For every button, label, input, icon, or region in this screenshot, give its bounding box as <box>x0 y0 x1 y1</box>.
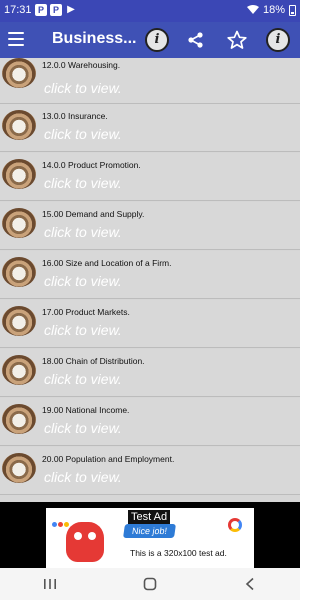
app-title: Business... <box>52 30 137 47</box>
status-time: 17:31 <box>4 4 32 16</box>
list-item[interactable]: 20.00 Population and Employment. click t… <box>0 447 300 495</box>
ad-dots-decoration <box>52 514 72 527</box>
list-item[interactable]: 13.0.0 Insurance. click to view. <box>0 104 300 152</box>
list-item-title: 12.0.0 Warehousing. <box>42 60 121 70</box>
click-to-view-link[interactable]: click to view. <box>44 469 122 485</box>
topic-thumbnail <box>2 58 36 88</box>
battery-icon <box>289 4 296 16</box>
ad-text: This is a 320x100 test ad. <box>130 548 227 558</box>
list-item[interactable]: 14.0.0 Product Promotion. click to view. <box>0 153 300 201</box>
list-item-title: 20.00 Population and Employment. <box>42 454 175 464</box>
list-item-title: 17.00 Product Markets. <box>42 307 130 317</box>
list-item[interactable]: 15.00 Demand and Supply. click to view. <box>0 202 300 250</box>
click-to-view-link[interactable]: click to view. <box>44 371 122 387</box>
list-item-title: 16.00 Size and Location of a Firm. <box>42 258 172 268</box>
ad-mascot-image <box>66 522 104 562</box>
list-item-title: 13.0.0 Insurance. <box>42 111 108 121</box>
topic-thumbnail <box>2 453 36 483</box>
click-to-view-link[interactable]: click to view. <box>44 273 122 289</box>
topic-thumbnail <box>2 306 36 336</box>
back-icon[interactable] <box>230 568 270 600</box>
ad-banner-area: Test Ad Nice job! This is a 320x100 test… <box>0 502 300 568</box>
list-item-title: 14.0.0 Product Promotion. <box>42 160 141 170</box>
system-nav-bar <box>0 568 300 600</box>
click-to-view-link[interactable]: click to view. <box>44 224 122 240</box>
notification-icons: P P ▶ <box>35 4 77 16</box>
list-item[interactable]: 17.00 Product Markets. click to view. <box>0 300 300 348</box>
click-to-view-link[interactable]: click to view. <box>44 80 122 96</box>
ad-label: Test Ad <box>128 510 171 524</box>
info-icon[interactable]: i <box>145 28 169 52</box>
click-to-view-link[interactable]: click to view. <box>44 420 122 436</box>
list-item-title: 18.00 Chain of Distribution. <box>42 356 145 366</box>
hamburger-menu-icon[interactable] <box>8 32 24 46</box>
click-to-view-link[interactable]: click to view. <box>44 126 122 142</box>
topic-list: 12.0.0 Warehousing. click to view. 13.0.… <box>0 58 300 502</box>
topic-thumbnail <box>2 355 36 385</box>
play-icon: ▶ <box>67 4 75 15</box>
status-right: 18% <box>246 4 296 16</box>
topic-thumbnail <box>2 110 36 140</box>
notification-icon-p: P <box>50 4 62 16</box>
test-ad-banner[interactable]: Test Ad Nice job! This is a 320x100 test… <box>46 508 254 568</box>
share-icon[interactable] <box>184 28 208 52</box>
ad-logo-icon <box>228 518 242 532</box>
list-item-title: 19.00 National Income. <box>42 405 130 415</box>
app-bar: Business... i i <box>0 22 300 58</box>
click-to-view-link[interactable]: click to view. <box>44 322 122 338</box>
wifi-icon <box>246 5 259 14</box>
click-to-view-link[interactable]: click to view. <box>44 175 122 191</box>
home-icon[interactable] <box>130 568 170 600</box>
app-screen: 17:31 P P ▶ 18% Business... i i 12.0.0 W… <box>0 0 300 600</box>
list-item[interactable]: 12.0.0 Warehousing. click to view. <box>0 58 300 104</box>
ad-bubble-text: Nice job! <box>123 524 176 538</box>
topic-thumbnail <box>2 159 36 189</box>
star-icon[interactable] <box>225 28 249 52</box>
list-item[interactable]: 19.00 National Income. click to view. <box>0 398 300 446</box>
recent-apps-icon[interactable] <box>30 568 70 600</box>
list-item-title: 15.00 Demand and Supply. <box>42 209 145 219</box>
topic-thumbnail <box>2 404 36 434</box>
topic-thumbnail <box>2 257 36 287</box>
list-item[interactable]: 18.00 Chain of Distribution. click to vi… <box>0 349 300 397</box>
topic-thumbnail <box>2 208 36 238</box>
battery-percent: 18% <box>262 4 285 16</box>
list-item[interactable]: 16.00 Size and Location of a Firm. click… <box>0 251 300 299</box>
notification-icon-p: P <box>35 4 47 16</box>
status-bar: 17:31 P P ▶ 18% <box>0 0 300 22</box>
info-icon[interactable]: i <box>266 28 290 52</box>
